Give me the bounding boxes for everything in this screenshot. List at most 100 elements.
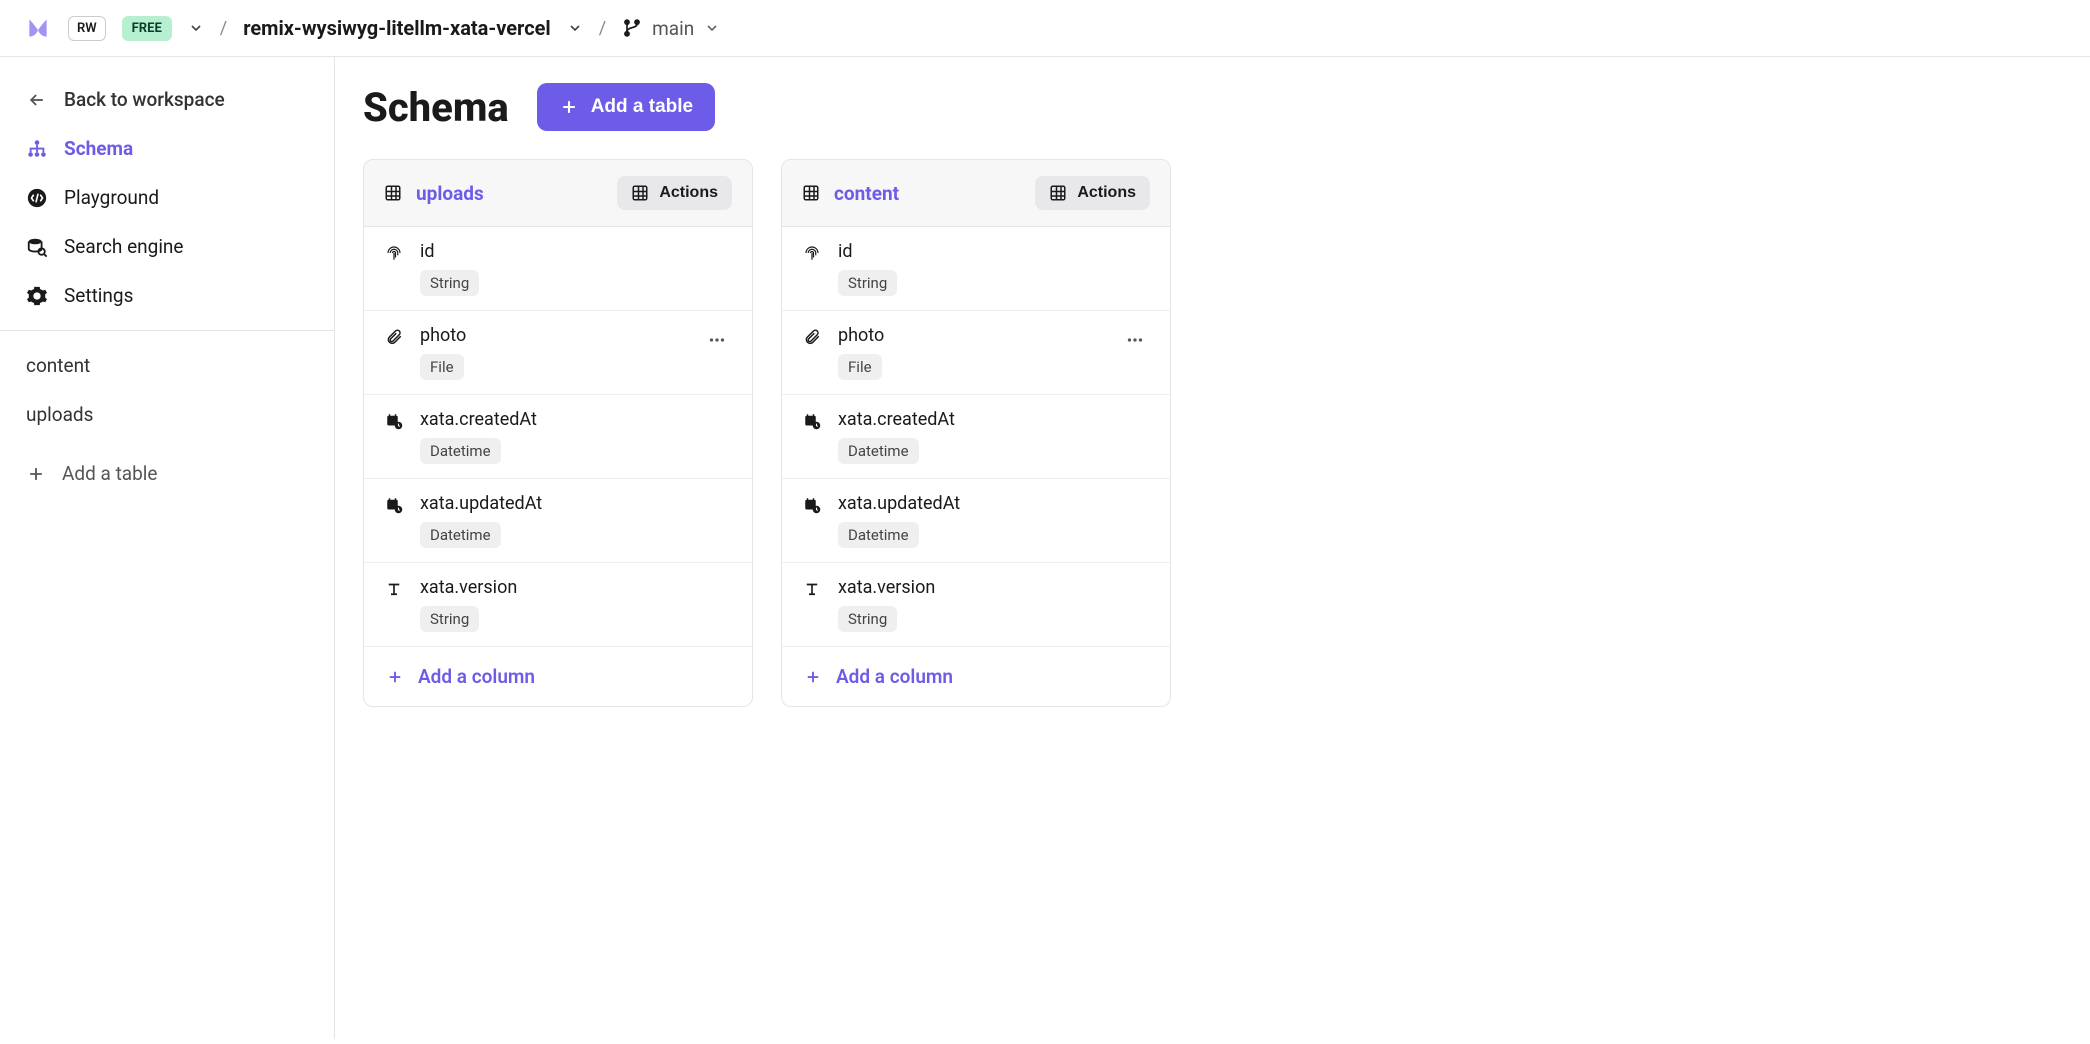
add-column-label: Add a column [836, 665, 953, 688]
sidebar-item-label: Schema [64, 137, 133, 160]
add-column-button[interactable]: Add a column [364, 647, 752, 706]
back-to-workspace[interactable]: Back to workspace [0, 75, 334, 124]
column-type-badge: Datetime [420, 438, 501, 464]
column-name: xata.updatedAt [420, 493, 542, 514]
actions-label: Actions [659, 184, 718, 202]
table-name[interactable]: content [834, 182, 899, 205]
sidebar-item-playground[interactable]: Playground [0, 173, 334, 222]
add-table-button-label: Add a table [591, 96, 693, 118]
project-name[interactable]: remix-wysiwyg-litellm-xata-vercel [243, 16, 551, 40]
column-name: xata.updatedAt [838, 493, 960, 514]
column-menu-icon[interactable] [702, 325, 732, 355]
logo-icon[interactable] [24, 14, 52, 42]
plus-icon [26, 464, 46, 484]
gear-icon [26, 285, 48, 307]
column-row[interactable]: xata.createdAt Datetime [364, 395, 752, 479]
playground-icon [26, 187, 48, 209]
sidebar-divider [0, 330, 334, 331]
column-type-badge: Datetime [838, 438, 919, 464]
grid-icon [1049, 184, 1067, 202]
column-name: id [838, 241, 897, 262]
sidebar-add-table[interactable]: Add a table [0, 449, 334, 498]
column-row[interactable]: xata.createdAt Datetime [782, 395, 1170, 479]
column-row[interactable]: xata.updatedAt Datetime [364, 479, 752, 563]
branch-name[interactable]: main [652, 17, 694, 40]
add-column-button[interactable]: Add a column [782, 647, 1170, 706]
breadcrumb-separator: / [599, 18, 606, 39]
table-card: content Actions id String [781, 159, 1171, 707]
arrow-left-icon [26, 89, 48, 111]
column-row[interactable]: id String [782, 227, 1170, 311]
add-table-button[interactable]: Add a table [537, 83, 715, 131]
column-name: photo [420, 325, 466, 346]
fingerprint-icon [384, 243, 404, 263]
sidebar-item-label: Playground [64, 186, 159, 209]
plan-badge: FREE [122, 16, 172, 41]
datetime-icon [802, 411, 822, 431]
table-card-header: uploads Actions [364, 160, 752, 227]
sidebar: Back to workspace Schema [0, 57, 335, 1039]
plus-icon [559, 97, 579, 117]
topbar: RW FREE / remix-wysiwyg-litellm-xata-ver… [0, 0, 2090, 57]
workspace-badge[interactable]: RW [68, 16, 106, 41]
column-name: xata.version [420, 577, 517, 598]
column-type-badge: Datetime [420, 522, 501, 548]
sidebar-item-schema[interactable]: Schema [0, 124, 334, 173]
table-card: uploads Actions id String [363, 159, 753, 707]
column-type-badge: File [838, 354, 882, 380]
sidebar-item-settings[interactable]: Settings [0, 271, 334, 320]
text-icon [384, 579, 404, 599]
datetime-icon [802, 495, 822, 515]
text-icon [802, 579, 822, 599]
column-row[interactable]: xata.version String [364, 563, 752, 647]
schema-icon [26, 138, 48, 160]
table-actions-button[interactable]: Actions [1035, 176, 1150, 210]
branch-chevron-icon[interactable] [704, 20, 720, 36]
column-name: photo [838, 325, 884, 346]
page-title: Schema [363, 84, 509, 131]
project-chevron-icon[interactable] [567, 20, 583, 36]
sidebar-table-content[interactable]: content [0, 341, 334, 390]
column-name: xata.createdAt [420, 409, 537, 430]
column-row[interactable]: id String [364, 227, 752, 311]
column-type-badge: File [420, 354, 464, 380]
column-name: xata.createdAt [838, 409, 955, 430]
plus-icon [804, 668, 822, 686]
workspace-chevron-icon[interactable] [188, 20, 204, 36]
grid-icon [631, 184, 649, 202]
datetime-icon [384, 495, 404, 515]
actions-label: Actions [1077, 184, 1136, 202]
main-content: Schema Add a table uploads Actions [335, 57, 2090, 1039]
datetime-icon [384, 411, 404, 431]
plus-icon [386, 668, 404, 686]
attachment-icon [384, 327, 404, 347]
column-row[interactable]: photo File [782, 311, 1170, 395]
fingerprint-icon [802, 243, 822, 263]
column-name: id [420, 241, 479, 262]
sidebar-table-uploads[interactable]: uploads [0, 390, 334, 439]
attachment-icon [802, 327, 822, 347]
table-card-header: content Actions [782, 160, 1170, 227]
column-row[interactable]: xata.updatedAt Datetime [782, 479, 1170, 563]
column-type-badge: String [838, 270, 897, 296]
branch-icon [622, 18, 642, 38]
add-table-label: Add a table [62, 462, 158, 485]
table-icon [384, 184, 402, 202]
sidebar-item-label: Search engine [64, 235, 184, 258]
table-actions-button[interactable]: Actions [617, 176, 732, 210]
column-type-badge: Datetime [838, 522, 919, 548]
column-type-badge: String [420, 270, 479, 296]
sidebar-item-label: Settings [64, 284, 133, 307]
column-menu-icon[interactable] [1120, 325, 1150, 355]
column-type-badge: String [838, 606, 897, 632]
breadcrumb-separator: / [220, 18, 227, 39]
add-column-label: Add a column [418, 665, 535, 688]
back-label: Back to workspace [64, 88, 225, 111]
search-engine-icon [26, 236, 48, 258]
table-name[interactable]: uploads [416, 182, 484, 205]
sidebar-item-search-engine[interactable]: Search engine [0, 222, 334, 271]
table-icon [802, 184, 820, 202]
column-type-badge: String [420, 606, 479, 632]
column-row[interactable]: photo File [364, 311, 752, 395]
column-row[interactable]: xata.version String [782, 563, 1170, 647]
